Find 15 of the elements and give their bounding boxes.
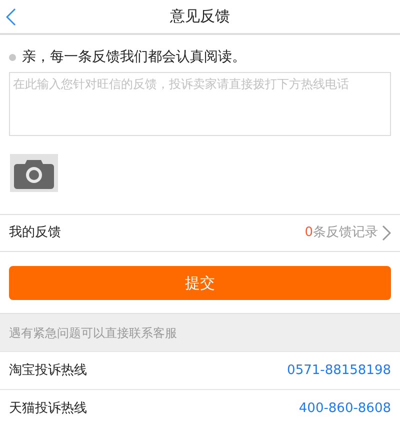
chevron-right-icon: [382, 225, 391, 241]
back-icon: [6, 8, 16, 26]
hotline-label: 淘宝投诉热线: [9, 362, 87, 380]
feedback-field[interactable]: 在此输入您针对旺信的反馈，投诉卖家请直接拨打下方热线电话: [9, 72, 391, 136]
hint-text: 亲，每一条反馈我们都会认真阅读。: [22, 48, 246, 67]
bullet-icon: [9, 54, 16, 61]
my-feedback-label: 我的反馈: [9, 224, 61, 242]
feedback-records-link[interactable]: 0条反馈记录: [304, 223, 391, 243]
hotline-label: 天猫投诉热线: [9, 400, 87, 418]
page-title: 意见反馈: [170, 6, 230, 28]
hotline-number-link[interactable]: 0571-88158198: [287, 360, 391, 380]
submit-button[interactable]: 提交: [9, 266, 391, 300]
contact-section-title: 遇有紧急问题可以直接联系客服: [9, 324, 177, 342]
hotline-number-link[interactable]: 400-860-8608: [298, 398, 391, 418]
add-photo-button[interactable]: [10, 154, 58, 192]
